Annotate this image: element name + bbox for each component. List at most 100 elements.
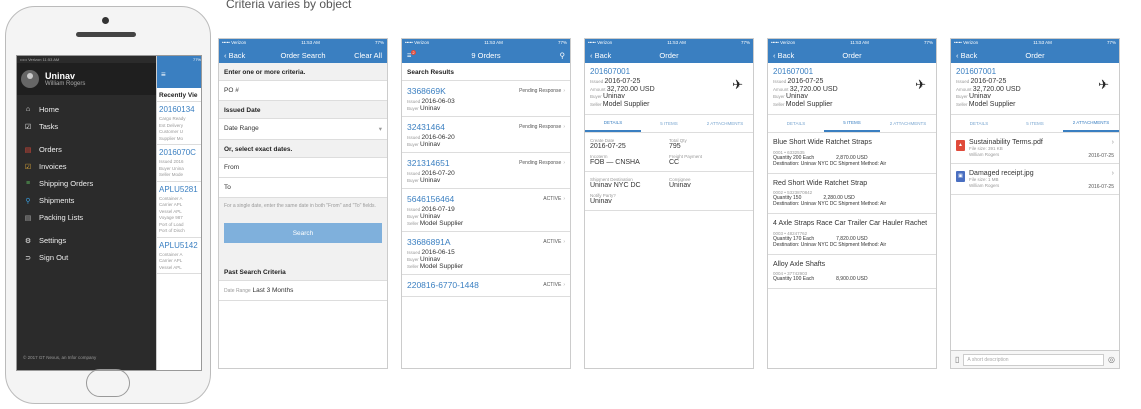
search-icon[interactable]: ⚲	[560, 51, 566, 60]
search-button[interactable]: Search	[224, 223, 382, 243]
menu-item-home[interactable]: ⌂ Home	[17, 101, 156, 118]
menu-item-shipments[interactable]: ⚲ Shipments	[17, 192, 156, 209]
menu-footer: © 2017 GT Nexus, an Infor company	[23, 355, 97, 360]
recent-item[interactable]: APLU5281 Container A Carrier APL Vessel AP…	[157, 182, 201, 238]
back-button[interactable]: ‹ Back	[773, 51, 794, 60]
menu-item-tasks[interactable]: ☑ Tasks	[17, 118, 156, 135]
menu-item-orders[interactable]: ▤ Orders	[17, 141, 156, 158]
issued-row: Issued 2016-07-25	[956, 78, 1114, 86]
issued-value: 2016-07-25	[787, 78, 824, 85]
tab-attachments[interactable]: 2 ATTACHMENTS	[880, 115, 936, 132]
back-button[interactable]: ‹ Back	[956, 51, 977, 60]
section-header: Search Results	[402, 63, 570, 81]
attachment-row[interactable]: ▲ Sustainability Terms.pdf File size: 391 …	[951, 133, 1119, 164]
menu-item-packing-lists[interactable]: ▤ Packing Lists	[17, 209, 156, 226]
buyer-value: Uninav	[420, 141, 441, 148]
hamburger-icon[interactable]: ≡2	[407, 50, 416, 60]
tab-items[interactable]: 5 ITEMS	[1007, 115, 1063, 132]
camera-icon[interactable]: ◎	[1108, 355, 1115, 364]
camera	[102, 17, 109, 24]
status-label: ACTIVE	[543, 196, 562, 202]
date-range-label: Date Range	[224, 125, 259, 132]
time: 11:53 AM	[484, 40, 503, 45]
buyer-value: Uninav	[969, 93, 991, 100]
detail-value: Uninav	[590, 198, 612, 205]
issued-value: 2016-07-20	[421, 170, 455, 177]
item-qty-row: Quantity 100 Each 8,900.00 USD	[773, 276, 931, 282]
tab-details[interactable]: DETAILS	[768, 115, 824, 132]
result-row[interactable]: 3368669K Pending Response › Issued 2016-06-…	[402, 81, 570, 117]
attachment-bar: ▯ A short description ◎	[951, 350, 1119, 368]
seller-row: Seller Model Supplier	[773, 101, 931, 109]
recent-item[interactable]: APLU5142 Container A Carrier APL Vessel AP…	[157, 238, 201, 274]
tasks-icon: ☑	[24, 123, 32, 131]
section-header: Enter one or more criteria.	[219, 63, 387, 81]
buyer-value: Uninav	[420, 177, 441, 184]
carrier: ••••• Verizon	[771, 40, 796, 45]
chevron-down-icon: ▾	[378, 126, 382, 133]
carrier: ••••• Verizon	[20, 57, 42, 62]
menu-item-invoices[interactable]: ☑ Invoices	[17, 158, 156, 175]
phone-frame: ••••• Verizon 11:53 AM Uninav William Rog…	[5, 6, 211, 404]
to-field[interactable]: To	[219, 178, 387, 198]
nav-bar: ‹ Back Order	[951, 47, 1119, 63]
tab-details[interactable]: DETAILS	[951, 115, 1007, 132]
recent-item[interactable]: 20160134 Cargo Ready Est Delivery Customer…	[157, 102, 201, 145]
attachment-row[interactable]: ▣ Damaged receipt.jpg File size: 1 MB Willi…	[951, 164, 1119, 195]
tab-items[interactable]: 5 ITEMS	[641, 115, 697, 132]
attachment-name: Sustainability Terms.pdf	[969, 139, 1043, 146]
description-input[interactable]: A short description	[963, 353, 1105, 366]
item-name: Red Short Wide Ratchet Strap	[773, 179, 868, 187]
home-button[interactable]	[86, 369, 130, 397]
po-field[interactable]: PO #	[219, 81, 387, 101]
chevron-right-icon: ›	[1111, 139, 1114, 146]
details-grid: Shipment Destination Uninav NYC DC Consig…	[585, 172, 753, 211]
issued-key: Issued	[590, 79, 604, 84]
buyer-row: Buyer Uninav	[407, 256, 441, 263]
from-field[interactable]: From	[219, 158, 387, 178]
amount-key: Amount	[590, 86, 606, 92]
menu-item-sign-out[interactable]: ⊃ Sign Out	[17, 249, 156, 266]
order-number: 220816-6770-1448	[407, 280, 479, 290]
notification-badge: 2	[411, 50, 416, 56]
attach-icon[interactable]: ▯	[955, 355, 959, 364]
tab-attachments[interactable]: 2 ATTACHMENTS	[1063, 115, 1119, 132]
status-bar: ••••• Verizon 11:53 AM 77%	[402, 39, 570, 47]
back-button[interactable]: ‹ Back	[224, 51, 245, 60]
tab-details[interactable]: DETAILS	[585, 115, 641, 132]
back-button[interactable]: ‹ Back	[590, 51, 611, 60]
attachment-date: 2016-07-25	[1088, 153, 1114, 159]
chevron-right-icon: ›	[563, 124, 565, 130]
line-item[interactable]: Alloy Axle Shafts 0004 • 37742903 Quantity…	[768, 255, 936, 289]
buyer-row: Buyer Uninav	[590, 93, 748, 101]
result-row[interactable]: 5646156464 ACTIVE › Issued 2016-07-19 Buyer …	[402, 189, 570, 232]
date-range-select[interactable]: Date Range ▾	[219, 119, 387, 140]
line-item[interactable]: 4 Axle Straps Race Car Trailer Car Haule…	[768, 214, 936, 255]
detail-value: FOB — CNSHA	[590, 159, 640, 166]
menu-label: Packing Lists	[39, 213, 84, 222]
tab-items[interactable]: 5 ITEMS	[824, 115, 880, 132]
result-row[interactable]: 33686891A ACTIVE › Issued 2016-06-15 Buyer U…	[402, 232, 570, 275]
result-row[interactable]: 321314651 Pending Response › Issued 2016-07…	[402, 153, 570, 189]
menu-item-settings[interactable]: ⚙ Settings	[17, 232, 156, 249]
tab-attachments[interactable]: 2 ATTACHMENTS	[697, 115, 753, 132]
line-item[interactable]: Red Short Wide Ratchet Strap 0002 • 53238…	[768, 174, 936, 214]
issued-value: 2016-07-19	[421, 206, 455, 213]
seller-value: Model Supplier	[419, 220, 464, 227]
seller-key: Seller	[956, 101, 968, 107]
hamburger-icon[interactable]: ≡	[161, 70, 166, 79]
result-row[interactable]: 220816-6770-1448 ACTIVE ›	[402, 275, 570, 297]
recent-panel[interactable]: 77% ≡ Recently Vie 20160134 Cargo Ready Es…	[156, 56, 201, 370]
seller-value: Model Supplier	[419, 263, 464, 270]
past-criteria-row[interactable]: Date Range Last 3 Months	[219, 281, 387, 301]
amount-row: Amount 32,720.00 USD	[590, 86, 748, 94]
clear-all-button[interactable]: Clear All	[354, 51, 382, 60]
tab-bar: DETAILS 5 ITEMS 2 ATTACHMENTS	[585, 115, 753, 133]
menu-item-shipping-orders[interactable]: ≡ Shipping Orders	[17, 175, 156, 192]
result-row[interactable]: 32431464 Pending Response › Issued 2016-06-…	[402, 117, 570, 153]
profile[interactable]: Uninav William Rogers	[17, 63, 156, 95]
line-item[interactable]: Blue Short Wide Ratchet Straps 0001 • 633…	[768, 133, 936, 174]
recent-item[interactable]: 2016070C Issued 2016 Buyer Unina Seller Mo…	[157, 145, 201, 182]
battery: 77%	[1106, 40, 1116, 45]
detail-value: Uninav	[669, 182, 691, 189]
